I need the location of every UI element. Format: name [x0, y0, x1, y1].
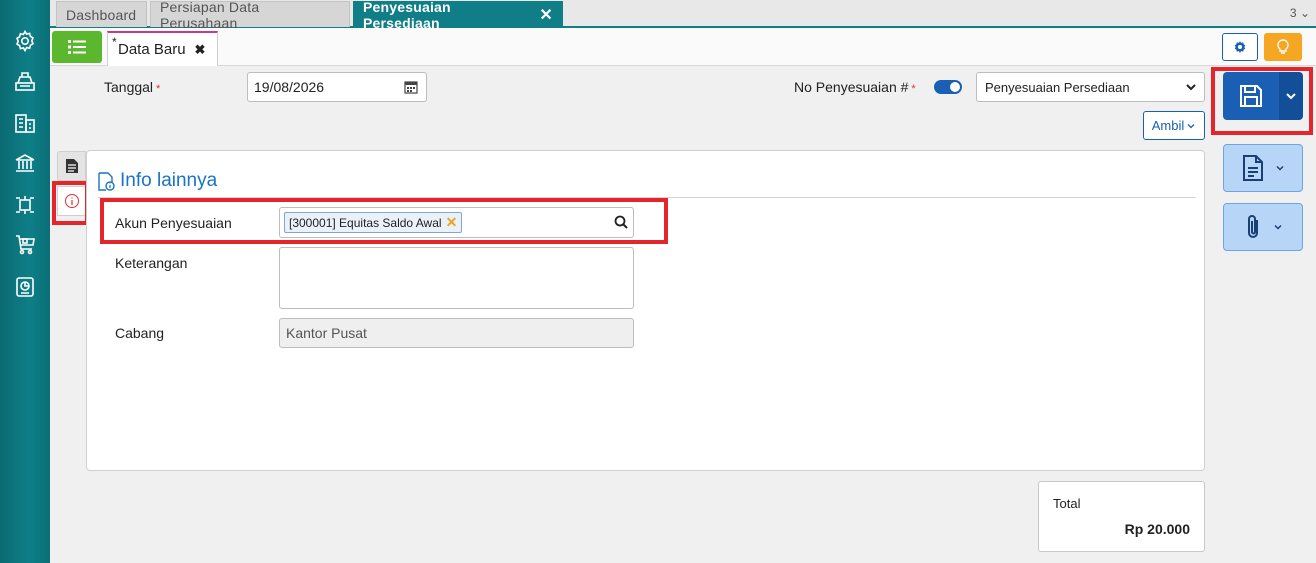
vtab-detail[interactable]	[57, 151, 86, 181]
document-list-icon	[65, 159, 78, 173]
document-icon	[1243, 155, 1263, 181]
document-info-icon	[98, 171, 115, 191]
no-penyesuaian-select[interactable]: Penyesuaian Persediaan	[976, 72, 1205, 102]
report-chart-icon[interactable]	[12, 274, 38, 300]
cash-register-icon[interactable]	[12, 68, 38, 94]
top-tab-bar: Dashboard Persiapan Data Perusahaan Peny…	[50, 0, 1316, 31]
inventory-transfer-icon[interactable]	[12, 192, 38, 218]
settings-button[interactable]	[1222, 33, 1258, 61]
total-box: Total Rp 20.000	[1038, 481, 1205, 552]
chevron-down-icon	[1286, 93, 1296, 100]
paperclip-icon	[1248, 215, 1258, 238]
bank-icon[interactable]	[12, 150, 38, 176]
total-value: Rp 20.000	[1124, 521, 1190, 537]
chevron-down-icon	[1276, 165, 1284, 171]
total-label: Total	[1053, 496, 1081, 511]
close-tab-icon[interactable]: ✕	[539, 5, 553, 25]
keterangan-label: Keterangan	[115, 255, 188, 271]
left-sidebar	[0, 0, 50, 563]
tab-penyesuaian-persediaan[interactable]: Penyesuaian Persediaan ✕	[353, 0, 563, 31]
tab-persiapan-data-perusahaan[interactable]: Persiapan Data Perusahaan	[150, 0, 350, 31]
calendar-icon[interactable]	[404, 80, 418, 94]
lightbulb-icon	[1277, 39, 1289, 54]
list-view-button[interactable]	[52, 31, 102, 63]
chevron-down-icon	[1186, 84, 1196, 91]
keterangan-textarea[interactable]	[279, 247, 634, 309]
building-icon[interactable]	[12, 110, 38, 136]
floppy-disk-icon	[1240, 85, 1262, 107]
chevron-down-icon	[1274, 224, 1282, 230]
no-penyesuaian-label: No Penyesuaian # *	[794, 79, 916, 95]
search-icon[interactable]	[614, 215, 628, 229]
tips-button[interactable]	[1264, 33, 1302, 61]
print-document-button[interactable]	[1223, 144, 1303, 192]
document-bar: * Data Baru ✖	[50, 28, 1316, 66]
auto-number-toggle[interactable]	[934, 80, 962, 94]
panel-title: Info lainnya	[98, 170, 217, 192]
cart-icon[interactable]	[12, 232, 38, 258]
attachment-button[interactable]	[1223, 203, 1303, 251]
cabang-label: Cabang	[115, 325, 165, 341]
tanggal-label: Tanggal *	[104, 79, 161, 95]
tab-dashboard[interactable]: Dashboard	[56, 1, 147, 27]
list-icon	[68, 40, 86, 54]
settings-gear-icon[interactable]	[12, 28, 38, 54]
cabang-input: Kantor Pusat	[279, 318, 634, 348]
remove-tag-icon[interactable]: ✕	[446, 214, 458, 231]
selected-account-tag: [300001] Equitas Saldo Awal ✕	[284, 212, 463, 233]
close-doc-icon[interactable]: ✖	[195, 42, 206, 58]
gear-icon	[1234, 41, 1246, 53]
info-tab-highlight-box	[52, 181, 89, 225]
akun-penyesuaian-label: Akun Penyesuaian	[115, 215, 232, 231]
save-options-dropdown[interactable]	[1279, 72, 1303, 120]
doc-tab-data-baru[interactable]: * Data Baru ✖	[107, 31, 218, 66]
ambil-button[interactable]: Ambil	[1143, 111, 1205, 140]
tab-count-dropdown[interactable]: 3 ⌄	[1290, 6, 1310, 20]
tanggal-date-input[interactable]: 19/08/2026	[247, 72, 427, 102]
save-button[interactable]	[1223, 72, 1279, 120]
chevron-down-icon	[1187, 123, 1195, 128]
